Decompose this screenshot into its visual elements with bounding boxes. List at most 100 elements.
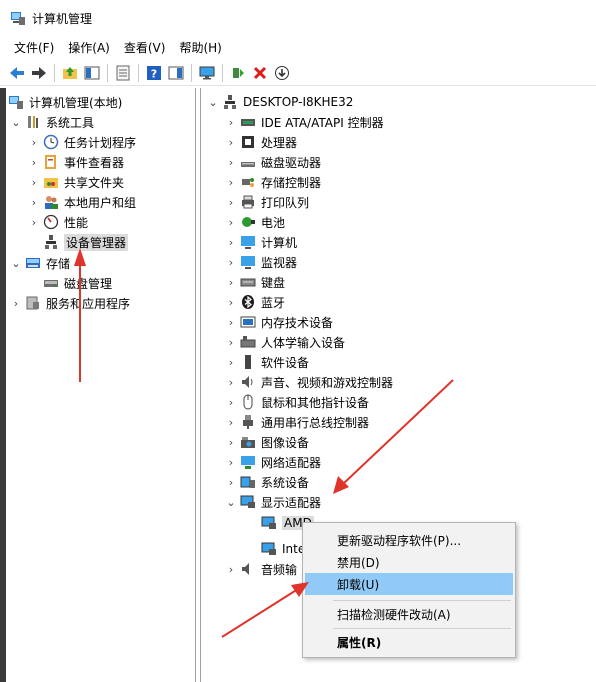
display-adapter-intel[interactable]: Inte xyxy=(261,539,305,559)
clock-icon xyxy=(43,134,59,150)
chevron-right-icon[interactable]: › xyxy=(28,156,40,169)
chevron-right-icon[interactable]: › xyxy=(225,316,237,329)
device-category[interactable]: › IDE ATA/ATAPI 控制器 xyxy=(225,112,384,132)
menu-help[interactable]: 帮助(H) xyxy=(179,39,221,56)
device-category-label: 鼠标和其他指针设备 xyxy=(261,395,370,410)
device-category[interactable]: › 处理器 xyxy=(225,132,297,152)
chevron-right-icon[interactable]: › xyxy=(225,216,237,229)
monitor-icon[interactable] xyxy=(198,64,216,82)
chevron-right-icon[interactable]: › xyxy=(225,116,237,129)
chevron-right-icon[interactable]: › xyxy=(28,196,40,209)
device-category[interactable]: › 网络适配器 xyxy=(225,452,321,472)
tree-storage[interactable]: ⌄ 存储 xyxy=(10,253,70,273)
device-category[interactable]: › 存储控制器 xyxy=(225,172,321,192)
menu-view[interactable]: 查看(V) xyxy=(124,39,166,56)
update-driver-icon[interactable] xyxy=(229,64,247,82)
forward-icon[interactable] xyxy=(30,64,48,82)
chevron-right-icon[interactable]: › xyxy=(225,176,237,189)
menu-scan-hardware[interactable]: 扫描检测硬件改动(A) xyxy=(305,603,513,625)
device-category[interactable]: › 内存技术设备 xyxy=(225,312,333,332)
tree-services[interactable]: › 服务和应用程序 xyxy=(10,293,130,313)
device-category[interactable]: › 鼠标和其他指针设备 xyxy=(225,392,369,412)
chevron-down-icon[interactable]: ⌄ xyxy=(10,257,22,270)
chevron-right-icon[interactable]: › xyxy=(225,196,237,209)
show-action-pane-icon[interactable] xyxy=(167,64,185,82)
display-adapter-icon xyxy=(240,495,255,508)
tree-performance[interactable]: › 性能 xyxy=(28,212,88,232)
speaker-icon xyxy=(242,563,249,575)
help-icon[interactable]: ? xyxy=(145,64,163,82)
device-category[interactable]: › 声音、视频和游戏控制器 xyxy=(225,372,393,392)
device-category[interactable]: › 监视器 xyxy=(225,252,297,272)
device-category[interactable]: › 键盘 xyxy=(225,272,285,292)
chevron-right-icon[interactable]: › xyxy=(225,336,237,349)
ide-controller-icon xyxy=(241,119,255,126)
computer-management-icon xyxy=(9,96,23,109)
event-viewer-icon xyxy=(45,155,56,169)
uninstall-x-icon[interactable] xyxy=(251,64,269,82)
device-category[interactable]: › 计算机 xyxy=(225,232,297,252)
device-category[interactable]: › 系统设备 xyxy=(225,472,309,492)
up-folder-icon[interactable] xyxy=(61,64,79,82)
menu-update-driver[interactable]: 更新驱动程序软件(P)... xyxy=(305,529,513,551)
device-category-label: 蓝牙 xyxy=(261,295,286,310)
navigation-tree: 计算机管理(本地) ⌄ 系统工具 › 任务计划程序 › 事件查看器 › 共享文件… xyxy=(6,88,196,682)
tree-task-scheduler[interactable]: › 任务计划程序 xyxy=(28,132,136,152)
chevron-right-icon[interactable]: › xyxy=(28,216,40,229)
chevron-right-icon[interactable]: › xyxy=(225,296,237,309)
chevron-down-icon[interactable]: ⌄ xyxy=(10,116,22,129)
tree-root[interactable]: 计算机管理(本地) xyxy=(8,92,122,112)
chevron-right-icon[interactable]: › xyxy=(225,276,237,289)
menu-properties[interactable]: 属性(R) xyxy=(305,631,513,653)
chevron-right-icon[interactable]: › xyxy=(225,436,237,449)
chevron-right-icon[interactable]: › xyxy=(225,376,237,389)
chevron-right-icon[interactable]: › xyxy=(225,356,237,369)
device-category-display-adapters[interactable]: ⌄ 显示适配器 xyxy=(225,492,321,512)
chevron-down-icon[interactable]: ⌄ xyxy=(225,496,237,509)
tree-label: 系统工具 xyxy=(46,115,95,130)
properties-icon[interactable] xyxy=(114,64,132,82)
tree-disk-management[interactable]: 磁盘管理 xyxy=(43,273,112,293)
processor-icon xyxy=(242,136,254,148)
show-hide-tree-icon[interactable] xyxy=(83,64,101,82)
tree-system-tools[interactable]: ⌄ 系统工具 xyxy=(10,112,94,132)
chevron-right-icon[interactable]: › xyxy=(225,156,237,169)
menu-disable[interactable]: 禁用(D) xyxy=(305,551,513,573)
system-device-icon xyxy=(240,476,255,488)
usb-icon xyxy=(243,415,253,429)
device-category[interactable]: › 图像设备 xyxy=(225,432,309,452)
device-category[interactable]: › 磁盘驱动器 xyxy=(225,152,321,172)
menu-uninstall[interactable]: 卸载(U) xyxy=(305,573,513,595)
device-category[interactable]: › 打印队列 xyxy=(225,192,309,212)
device-root[interactable]: ⌄ DESKTOP-I8KHE32 xyxy=(207,92,353,112)
services-icon xyxy=(26,296,39,310)
tree-event-viewer[interactable]: › 事件查看器 xyxy=(28,152,124,172)
menu-file[interactable]: 文件(F) xyxy=(14,39,54,56)
device-category[interactable]: › 蓝牙 xyxy=(225,292,285,312)
chevron-right-icon[interactable]: › xyxy=(225,456,237,469)
chevron-right-icon[interactable]: › xyxy=(225,416,237,429)
chevron-right-icon[interactable]: › xyxy=(225,476,237,489)
device-category[interactable]: › 电池 xyxy=(225,212,285,232)
chevron-right-icon[interactable]: › xyxy=(28,136,40,149)
device-category[interactable]: › 软件设备 xyxy=(225,352,309,372)
memory-device-icon xyxy=(240,316,256,328)
device-category-audio[interactable]: › 音频输 xyxy=(225,559,297,579)
chevron-right-icon[interactable]: › xyxy=(225,396,237,409)
tree-shared-folders[interactable]: › 共享文件夹 xyxy=(28,172,124,192)
device-category[interactable]: › 通用串行总线控制器 xyxy=(225,412,369,432)
tree-local-users[interactable]: › 本地用户和组 xyxy=(28,192,136,212)
chevron-down-icon[interactable]: ⌄ xyxy=(207,96,219,109)
chevron-right-icon[interactable]: › xyxy=(10,297,22,310)
chevron-right-icon[interactable]: › xyxy=(225,256,237,269)
menu-action[interactable]: 操作(A) xyxy=(68,39,110,56)
tree-device-manager[interactable]: 设备管理器 xyxy=(43,232,129,252)
back-icon[interactable] xyxy=(8,64,26,82)
chevron-right-icon[interactable]: › xyxy=(225,236,237,249)
chevron-right-icon[interactable]: › xyxy=(225,136,237,149)
device-category[interactable]: › 人体学输入设备 xyxy=(225,332,345,352)
battery-icon xyxy=(242,217,255,227)
download-circle-icon[interactable] xyxy=(273,64,291,82)
chevron-right-icon[interactable]: › xyxy=(28,176,40,189)
chevron-right-icon[interactable]: › xyxy=(225,563,237,576)
